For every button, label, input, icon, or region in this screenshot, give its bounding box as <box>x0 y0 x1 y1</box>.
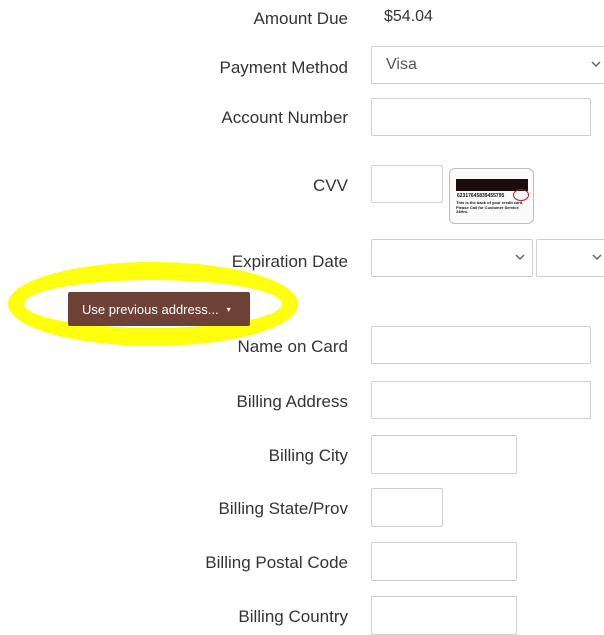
billing-city-label: Billing City <box>268 446 348 465</box>
billing-country-label: Billing Country <box>238 607 348 626</box>
expiration-date-label: Expiration Date <box>231 252 348 271</box>
chevron-down-icon <box>514 251 526 263</box>
payment-method-selected: Visa <box>386 56 417 73</box>
billing-state-label: Billing State/Prov <box>218 499 348 518</box>
billing-city-input[interactable] <box>371 435 517 474</box>
use-previous-address-button[interactable]: Use previous address... ▾ <box>68 292 250 326</box>
amount-due-label: Amount Due <box>253 9 349 28</box>
card-number-text: 62317645839455795 <box>457 193 505 199</box>
cvv-input[interactable] <box>371 165 443 203</box>
billing-postal-code-label: Billing Postal Code <box>205 553 348 572</box>
chevron-down-icon <box>590 58 602 70</box>
name-on-card-input[interactable] <box>371 326 591 364</box>
name-on-card-label: Name on Card <box>237 337 348 356</box>
billing-state-input[interactable] <box>371 488 443 527</box>
cvv-card-image: 62317645839455795 This is the back of yo… <box>449 168 534 224</box>
billing-postal-code-input[interactable] <box>371 542 517 581</box>
billing-country-input[interactable] <box>371 596 517 635</box>
use-previous-address-label: Use previous address... <box>82 301 219 317</box>
expiration-year-select[interactable] <box>536 239 604 277</box>
expiration-month-select[interactable] <box>371 239 533 277</box>
account-number-label: Account Number <box>221 108 348 127</box>
account-number-input[interactable] <box>371 98 591 136</box>
caret-down-icon: ▾ <box>226 304 231 314</box>
payment-method-select[interactable]: Visa <box>371 46 604 84</box>
billing-address-label: Billing Address <box>236 392 348 411</box>
chevron-down-icon <box>591 251 603 263</box>
cvv-label: CVV <box>313 176 348 195</box>
card-note-text: This is the back of your credit card. Pl… <box>456 200 524 214</box>
billing-address-input[interactable] <box>371 381 591 419</box>
amount-due-value: $54.04 <box>384 8 433 25</box>
payment-method-label: Payment Method <box>219 58 348 77</box>
